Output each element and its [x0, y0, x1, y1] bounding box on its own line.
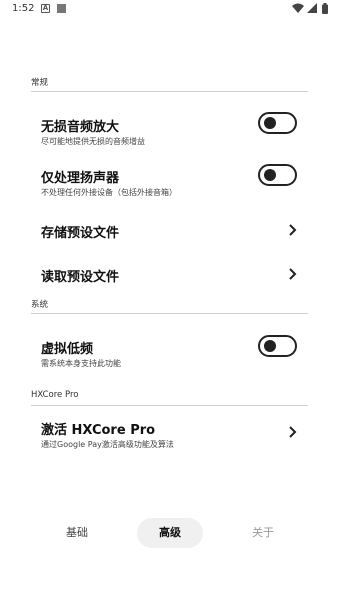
setting-title: 激活 HXCore Pro [41, 423, 156, 438]
setting-save-preset[interactable]: 存储预设文件 [31, 214, 308, 246]
section-header-pro: HXCore Pro [31, 390, 79, 400]
chevron-right-icon [289, 426, 297, 438]
divider [31, 313, 308, 314]
setting-virtual-bass[interactable]: 虚拟低频 需系统本身支持此功能 [31, 333, 308, 377]
setting-subtitle: 需系统本身支持此功能 [41, 359, 121, 368]
setting-title: 读取预设文件 [41, 270, 120, 285]
toggle-knob [264, 169, 276, 181]
toggle-knob [264, 117, 276, 129]
bottom-nav: 基础 高级 关于 [0, 518, 338, 548]
setting-subtitle: 尽可能地提供无损的音频增益 [41, 137, 145, 146]
signal-icon [307, 3, 317, 13]
section-header-general: 常规 [31, 78, 49, 88]
tab-advanced[interactable]: 高级 [137, 518, 203, 548]
setting-speaker-only[interactable]: 仅处理扬声器 不处理任何外接设备（包括外接音箱） [31, 160, 308, 204]
setting-title: 虚拟低频 [41, 342, 94, 357]
setting-title: 存储预设文件 [41, 226, 120, 241]
wifi-icon [292, 3, 304, 13]
chevron-right-icon [289, 268, 297, 280]
tab-basic[interactable]: 基础 [52, 518, 102, 548]
tab-about[interactable]: 关于 [238, 518, 288, 548]
battery-icon [322, 3, 328, 14]
chevron-right-icon [289, 224, 297, 236]
notification-icon: A [41, 4, 50, 13]
setting-load-preset[interactable]: 读取预设文件 [31, 258, 308, 290]
setting-subtitle: 通过Google Pay激活高级功能及算法 [41, 440, 174, 449]
setting-lossless-amplification[interactable]: 无损音频放大 尽可能地提供无损的音频增益 [31, 108, 308, 152]
divider [31, 405, 308, 406]
image-icon [57, 4, 66, 13]
toggle-knob [264, 340, 276, 352]
lossless-toggle[interactable] [258, 112, 297, 134]
section-header-system: 系统 [31, 300, 49, 310]
setting-title: 无损音频放大 [41, 120, 120, 135]
setting-activate-pro[interactable]: 激活 HXCore Pro 通过Google Pay激活高级功能及算法 [31, 414, 308, 458]
status-time: 1:52 [12, 3, 35, 14]
virtual-bass-toggle[interactable] [258, 335, 297, 357]
setting-title: 仅处理扬声器 [41, 171, 120, 186]
status-bar: 1:52 A [0, 0, 338, 18]
divider [31, 91, 308, 92]
speaker-only-toggle[interactable] [258, 164, 297, 186]
setting-subtitle: 不处理任何外接设备（包括外接音箱） [41, 188, 177, 197]
